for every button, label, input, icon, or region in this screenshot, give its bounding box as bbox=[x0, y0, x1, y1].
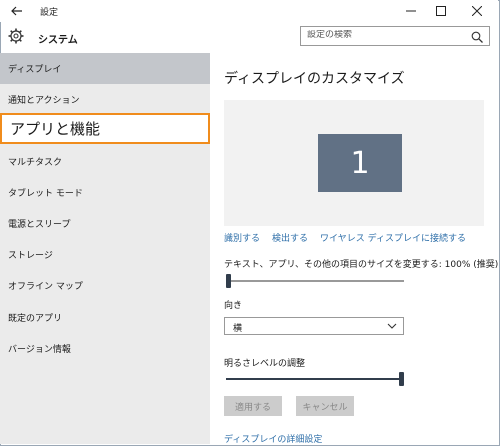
maximize-icon[interactable] bbox=[426, 0, 456, 22]
sidebar-item-label: アプリと機能 bbox=[10, 120, 101, 138]
sidebar-item-label: マルチタスク bbox=[8, 158, 63, 168]
wireless-display-link[interactable]: ワイヤレス ディスプレイに接続する bbox=[320, 231, 466, 244]
sidebar-item-notifications[interactable]: 通知とアクション bbox=[0, 84, 210, 115]
search-input[interactable] bbox=[307, 30, 457, 40]
cancel-button-label: キャンセル bbox=[302, 402, 348, 413]
brightness-slider-thumb[interactable] bbox=[399, 372, 404, 386]
minimize-icon[interactable] bbox=[396, 0, 426, 22]
sidebar-item-storage[interactable]: ストレージ bbox=[0, 239, 210, 270]
apply-button[interactable]: 適用する bbox=[224, 396, 282, 416]
monitor-number: 1 bbox=[350, 145, 370, 181]
sidebar-item-display[interactable]: ディスプレイ bbox=[0, 53, 210, 84]
orientation-value: 横 bbox=[233, 324, 243, 334]
sidebar-item-label: 通知とアクション bbox=[8, 96, 80, 106]
scale-slider-thumb[interactable] bbox=[226, 274, 231, 288]
search-icon[interactable] bbox=[471, 31, 483, 43]
brightness-slider-track[interactable] bbox=[226, 378, 404, 380]
sidebar-item-tablet-mode[interactable]: タブレット モード bbox=[0, 177, 210, 208]
scale-label: テキスト、アプリ、その他の項目のサイズを変更する: 100% (推奨) bbox=[224, 260, 499, 270]
sidebar-item-label: バージョン情報 bbox=[8, 345, 71, 355]
sidebar-item-label: 既定のアプリ bbox=[8, 314, 63, 324]
scale-slider-track[interactable] bbox=[226, 280, 404, 282]
apply-button-label: 適用する bbox=[234, 402, 271, 413]
sidebar-item-multitasking[interactable]: マルチタスク bbox=[0, 146, 210, 177]
advanced-display-settings-link[interactable]: ディスプレイの詳細設定 bbox=[224, 432, 322, 445]
sidebar-item-apps-features[interactable]: アプリと機能 bbox=[0, 113, 210, 144]
monitor-1-tile[interactable]: 1 bbox=[318, 134, 402, 192]
sidebar-item-default-apps[interactable]: 既定のアプリ bbox=[0, 302, 210, 333]
gear-icon bbox=[8, 28, 24, 44]
identify-link[interactable]: 識別する bbox=[224, 231, 260, 244]
cancel-button[interactable]: キャンセル bbox=[296, 396, 354, 416]
sidebar-item-about[interactable]: バージョン情報 bbox=[0, 333, 210, 364]
sidebar-item-label: タブレット モード bbox=[8, 189, 83, 199]
orientation-select[interactable]: 横 bbox=[224, 317, 404, 335]
sidebar-item-label: 電源とスリープ bbox=[8, 220, 71, 230]
chevron-down-icon bbox=[387, 322, 397, 330]
close-icon[interactable] bbox=[462, 0, 492, 22]
sidebar-item-label: オフライン マップ bbox=[8, 282, 83, 292]
detect-link[interactable]: 検出する bbox=[272, 231, 308, 244]
back-arrow-icon[interactable] bbox=[6, 2, 28, 20]
page-title: システム bbox=[38, 35, 78, 46]
orientation-label: 向き bbox=[224, 301, 243, 311]
brightness-label: 明るさレベルの調整 bbox=[224, 359, 306, 369]
section-title: ディスプレイのカスタマイズ bbox=[224, 71, 405, 87]
window-title: 設定 bbox=[40, 8, 59, 18]
sidebar: ディスプレイ 通知とアクション アプリと機能 マルチタスク タブレット モード … bbox=[0, 53, 210, 444]
sidebar-item-label: ディスプレイ bbox=[8, 65, 62, 75]
sidebar-item-label: ストレージ bbox=[8, 251, 53, 261]
sidebar-item-offline-maps[interactable]: オフライン マップ bbox=[0, 270, 210, 301]
search-box[interactable] bbox=[300, 26, 490, 46]
title-bar: 設定 bbox=[0, 0, 498, 22]
sidebar-item-power-sleep[interactable]: 電源とスリープ bbox=[0, 208, 210, 239]
